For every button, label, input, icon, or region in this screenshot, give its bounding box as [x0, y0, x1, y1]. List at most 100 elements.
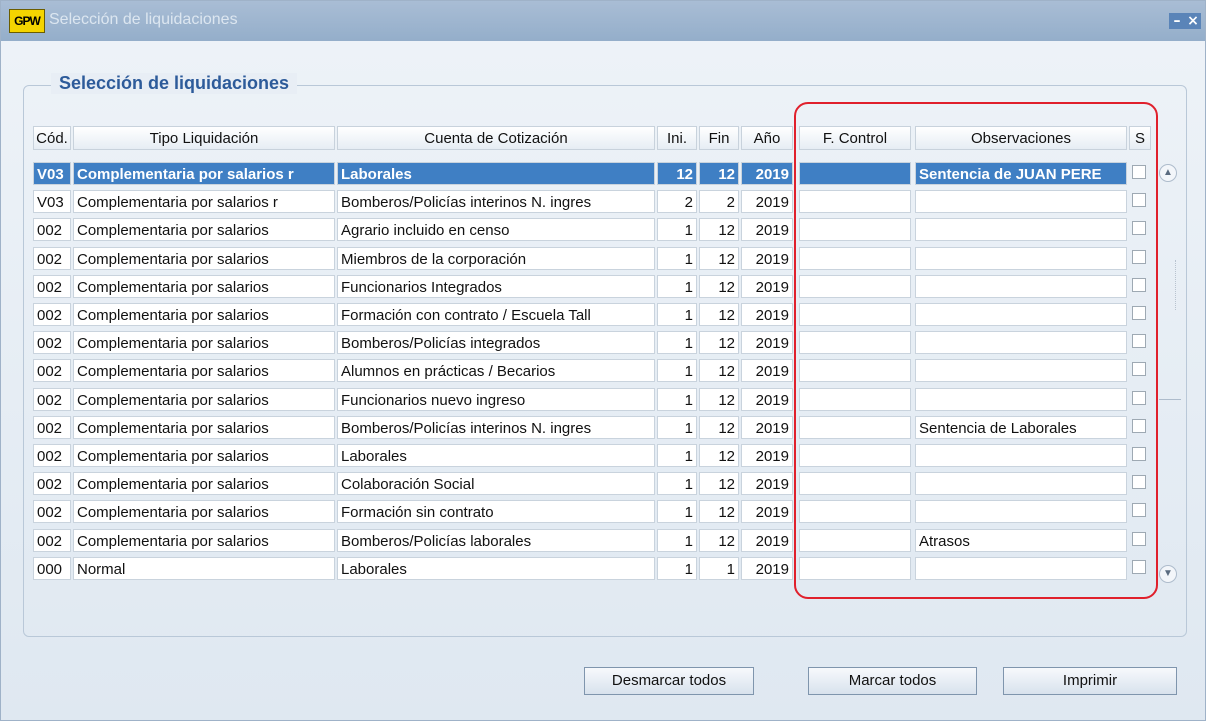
cell-anio: 2019 — [741, 387, 793, 411]
select-checkbox[interactable] — [1132, 249, 1146, 264]
cell-anio: 2019 — [741, 274, 793, 298]
observaciones-input[interactable] — [915, 472, 1127, 496]
observaciones-input[interactable] — [915, 331, 1127, 355]
f-control-input[interactable] — [799, 359, 911, 383]
select-checkbox[interactable] — [1132, 277, 1146, 292]
cell-fin: 12 — [699, 415, 739, 439]
cell-tipo-liquidacion: Complementaria por salarios r — [73, 162, 335, 185]
select-checkbox[interactable] — [1132, 531, 1146, 546]
select-checkbox[interactable] — [1132, 418, 1146, 433]
cell-fin: 2 — [699, 190, 739, 214]
cell-ini: 1 — [657, 359, 697, 383]
cell-ini: 1 — [657, 500, 697, 524]
cell-fin: 12 — [699, 500, 739, 524]
observaciones-input[interactable] — [915, 500, 1127, 524]
f-control-input[interactable] — [799, 444, 911, 467]
f-control-input[interactable] — [799, 528, 911, 552]
window-title: Selección de liquidaciones — [49, 11, 238, 28]
observaciones-input[interactable]: Sentencia de JUAN PERE — [915, 162, 1127, 185]
cell-ini: 12 — [657, 162, 697, 185]
cell-ini: 1 — [657, 246, 697, 270]
marcar-todos-button[interactable]: Marcar todos — [808, 667, 977, 695]
select-checkbox[interactable] — [1132, 390, 1146, 405]
select-checkbox[interactable] — [1132, 559, 1146, 574]
close-icon[interactable]: × — [1185, 13, 1201, 29]
select-checkbox[interactable] — [1132, 193, 1146, 208]
f-control-input[interactable] — [799, 218, 911, 242]
scroll-up-icon[interactable]: ▲ — [1159, 164, 1177, 182]
cell-cod: 002 — [33, 274, 71, 298]
observaciones-input[interactable] — [915, 444, 1127, 467]
f-control-input[interactable] — [799, 190, 911, 214]
f-control-input[interactable] — [799, 303, 911, 326]
cell-fin: 12 — [699, 218, 739, 242]
observaciones-input[interactable] — [915, 303, 1127, 326]
cell-cuenta-cotizacion: Formación con contrato / Escuela Tall — [337, 303, 655, 326]
cell-anio: 2019 — [741, 500, 793, 524]
cell-fin: 12 — [699, 331, 739, 355]
observaciones-input[interactable] — [915, 218, 1127, 242]
cell-cuenta-cotizacion: Bomberos/Policías interinos N. ingres — [337, 415, 655, 439]
f-control-input[interactable] — [799, 472, 911, 496]
cell-fin: 12 — [699, 387, 739, 411]
observaciones-input[interactable] — [915, 190, 1127, 214]
select-checkbox[interactable] — [1132, 447, 1146, 461]
cell-fin: 12 — [699, 472, 739, 496]
cell-cuenta-cotizacion: Laborales — [337, 444, 655, 467]
imprimir-button[interactable]: Imprimir — [1003, 667, 1177, 695]
cell-cod: 002 — [33, 500, 71, 524]
select-checkbox[interactable] — [1132, 475, 1146, 490]
f-control-input[interactable] — [799, 162, 911, 185]
cell-anio: 2019 — [741, 218, 793, 242]
cell-anio: 2019 — [741, 472, 793, 496]
select-checkbox[interactable] — [1132, 503, 1146, 518]
column-header-f-control: F. Control — [799, 126, 911, 150]
f-control-input[interactable] — [799, 274, 911, 298]
cell-cod: 002 — [33, 246, 71, 270]
cell-cod: 002 — [33, 472, 71, 496]
f-control-input[interactable] — [799, 331, 911, 355]
column-header-ini: Ini. — [657, 126, 697, 150]
select-checkbox[interactable] — [1132, 165, 1146, 179]
select-checkbox[interactable] — [1132, 221, 1146, 236]
observaciones-input[interactable]: Atrasos — [915, 528, 1127, 552]
f-control-input[interactable] — [799, 415, 911, 439]
observaciones-input[interactable] — [915, 274, 1127, 298]
select-checkbox[interactable] — [1132, 306, 1146, 320]
observaciones-input[interactable] — [915, 387, 1127, 411]
column-header-cod: Cód. — [33, 126, 71, 150]
cell-cod: V03 — [33, 162, 71, 185]
cell-ini: 1 — [657, 528, 697, 552]
cell-ini: 1 — [657, 415, 697, 439]
scroll-grip[interactable] — [1175, 260, 1182, 310]
cell-fin: 1 — [699, 556, 739, 580]
cell-cod: 002 — [33, 387, 71, 411]
cell-tipo-liquidacion: Complementaria por salarios r — [73, 190, 335, 214]
minimize-icon[interactable]: – — [1169, 13, 1185, 29]
column-header-observaciones: Observaciones — [915, 126, 1127, 150]
cell-tipo-liquidacion: Complementaria por salarios — [73, 274, 335, 298]
select-checkbox[interactable] — [1132, 334, 1146, 349]
f-control-input[interactable] — [799, 500, 911, 524]
desmarcar-todos-button[interactable]: Desmarcar todos — [584, 667, 754, 695]
observaciones-input[interactable] — [915, 359, 1127, 383]
observaciones-input[interactable] — [915, 246, 1127, 270]
cell-cod: 000 — [33, 556, 71, 580]
cell-cuenta-cotizacion: Colaboración Social — [337, 472, 655, 496]
f-control-input[interactable] — [799, 556, 911, 580]
section-title: Selección de liquidaciones — [51, 73, 298, 94]
observaciones-input[interactable] — [915, 556, 1127, 580]
cell-tipo-liquidacion: Complementaria por salarios — [73, 303, 335, 326]
scroll-down-icon[interactable]: ▼ — [1159, 565, 1177, 583]
cell-anio: 2019 — [741, 359, 793, 383]
observaciones-input[interactable]: Sentencia de Laborales — [915, 415, 1127, 439]
cell-anio: 2019 — [741, 331, 793, 355]
f-control-input[interactable] — [799, 387, 911, 411]
cell-tipo-liquidacion: Normal — [73, 556, 335, 580]
f-control-input[interactable] — [799, 246, 911, 270]
cell-cod: 002 — [33, 415, 71, 439]
select-checkbox[interactable] — [1132, 362, 1146, 377]
window: GPW Selección de liquidaciones – × Selec… — [0, 0, 1206, 721]
table-scrollbar[interactable]: ▲ ▼ — [1157, 162, 1179, 585]
cell-fin: 12 — [699, 246, 739, 270]
